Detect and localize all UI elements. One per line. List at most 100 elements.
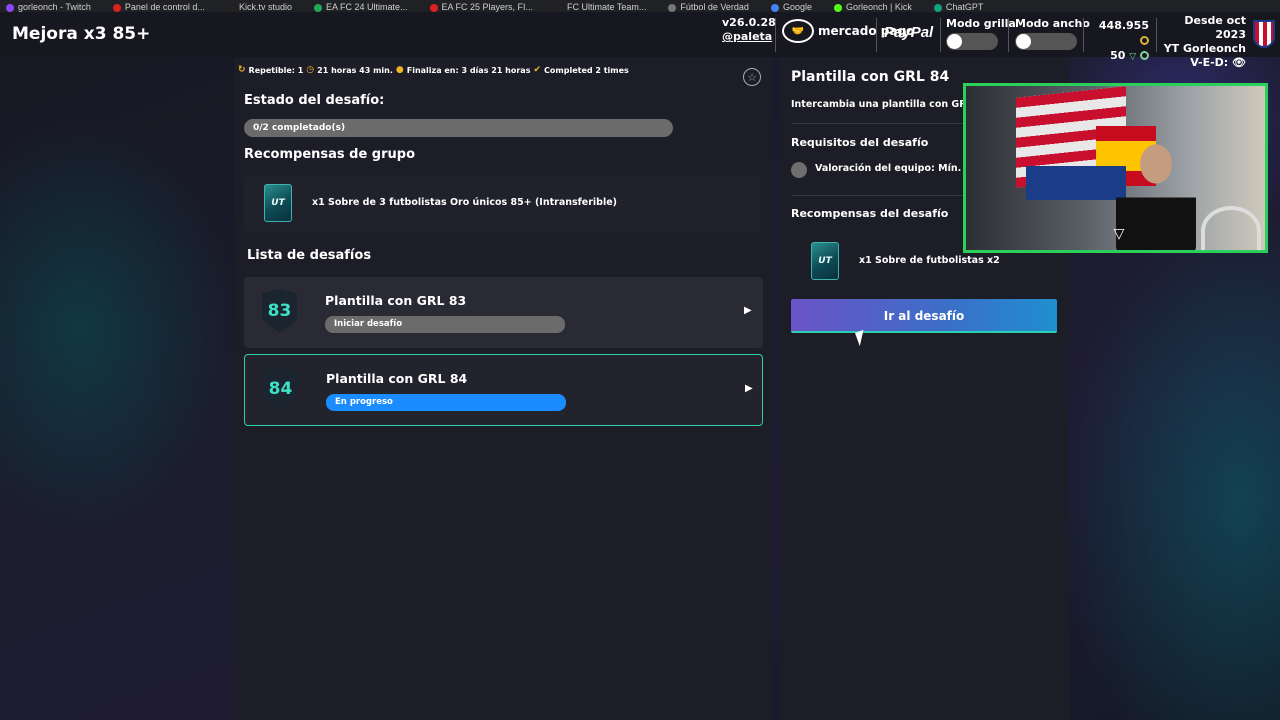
bookmark-item[interactable]: Fútbol de Verdad [668, 3, 749, 12]
bookmark-favicon-icon [668, 3, 677, 12]
pack-label: UT [271, 198, 285, 208]
bookmark-item[interactable]: Google [770, 2, 812, 12]
rating-shield-icon: 84 [263, 367, 298, 411]
rating-shield-icon: 83 [262, 289, 297, 333]
bookmark-label: gorleonch - Twitch [18, 2, 91, 12]
toggle-knob [947, 34, 962, 49]
bookmark-item[interactable]: FC Ultimate Team... [555, 3, 646, 12]
divider [1008, 18, 1009, 52]
bookmark-item[interactable]: EA FC 25 Players, FI... [429, 2, 534, 12]
bookmark-item[interactable]: Panel de control d... [112, 2, 205, 12]
group-reward-item: UT x1 Sobre de 3 futbolistas Oro únicos … [244, 176, 760, 232]
bookmark-item[interactable]: ChatGPT [933, 2, 984, 12]
detail-description: Intercambia una plantilla con GRL 84 [791, 99, 971, 110]
since-label: Desde oct 2023 [1184, 14, 1246, 41]
grid-mode-toggle[interactable] [946, 33, 998, 50]
clock-icon: ◷ [306, 65, 315, 75]
fc-points-icon [1140, 51, 1149, 60]
bookmark-label: Google [782, 2, 812, 12]
challenge-card-84[interactable]: 84 Plantilla con GRL 84 En progreso ▶ [244, 354, 763, 426]
challenge-name: Plantilla con GRL 83 [325, 293, 467, 308]
bookmark-label: EA FC 24 Ultimate... [325, 2, 408, 12]
flag-icon: ● [395, 65, 404, 75]
bookmark-item[interactable]: Kick.tv studio [226, 2, 292, 12]
challenge-rewards-title: Recompensas del desafío [791, 207, 949, 220]
eye-icon: 👁 [1232, 56, 1246, 69]
shield-icon: ▽ [1129, 52, 1137, 62]
handle-link[interactable]: @paleta [722, 30, 772, 44]
challenge-rating: 83 [267, 301, 292, 321]
bookmark-label: EA FC 25 Players, FI... [441, 2, 534, 12]
challenge-status-bar: Iniciar desafío [325, 316, 565, 333]
paypal-button[interactable]: PayPal [884, 24, 933, 41]
points-value: 50 [1110, 49, 1126, 62]
bookmark-favicon-icon [313, 3, 322, 12]
detail-title: Plantilla con GRL 84 [791, 69, 950, 85]
challenge-status-bar: En progreso [326, 394, 566, 411]
requirements-title: Requisitos del desafío [791, 136, 929, 149]
time-left-label: 21 horas 43 min. [317, 65, 393, 75]
handshake-icon: 🤝 [782, 19, 814, 43]
bookmark-favicon-icon [770, 3, 779, 12]
wide-mode-label: Modo ancho [1015, 17, 1090, 30]
coins-value: 448.955 [1098, 19, 1149, 32]
bookmark-favicon-icon [555, 3, 564, 12]
divider [940, 18, 941, 52]
challenge-list-title: Lista de desafíos [247, 248, 372, 263]
bookmark-label: Kick.tv studio [238, 2, 292, 12]
atletico-madrid-badge-icon [1253, 20, 1275, 48]
divider [1083, 18, 1084, 52]
grid-mode-control: Modo grilla [946, 17, 1016, 50]
challenge-status: Iniciar desafío [334, 319, 403, 329]
requirement-status-icon [791, 162, 807, 178]
completed-label: Completed 2 times [544, 65, 629, 75]
page-title: Mejora x3 85+ [12, 24, 151, 44]
bookmark-label: ChatGPT [945, 2, 984, 12]
challenge-name: Plantilla con GRL 84 [326, 371, 468, 386]
divider [1156, 18, 1157, 52]
app-header: Mejora x3 85+ v26.0.28 @paleta 🤝 mercado… [0, 12, 1280, 69]
grid-mode-label: Modo grilla [946, 17, 1016, 30]
bookmark-favicon-icon [933, 3, 942, 12]
bookmark-favicon-icon [429, 3, 438, 12]
status-progress-label: 0/2 completado(s) [253, 123, 346, 133]
divider [876, 18, 877, 52]
version-label: v26.0.28 [722, 16, 776, 29]
bookmark-item[interactable]: gorleonch - Twitch [6, 3, 91, 12]
check-icon: ✔ [533, 65, 542, 75]
challenge-reward-text: x1 Sobre de futbolistas x2 [859, 255, 1000, 266]
coin-icon [1140, 36, 1149, 45]
bookmark-label: Fútbol de Verdad [680, 2, 749, 12]
star-icon[interactable]: ☆ [743, 68, 761, 86]
currency-display: 448.955 50 ▽ [1089, 18, 1149, 65]
challenge-card-83[interactable]: 83 Plantilla con GRL 83 Iniciar desafío … [244, 277, 763, 348]
wide-mode-control: Modo ancho [1015, 17, 1090, 50]
group-rewards-title: Recompensas de grupo [244, 147, 416, 162]
pack-label: UT [818, 256, 832, 266]
bookmark-item[interactable]: EA FC 24 Ultimate... [313, 2, 408, 12]
bookmark-favicon-icon [112, 3, 121, 12]
bookmark-favicon-icon [833, 3, 842, 12]
group-reward-text: x1 Sobre de 3 futbolistas Oro únicos 85+… [312, 197, 618, 208]
version-info: v26.0.28 @paleta [722, 16, 776, 44]
wide-mode-toggle[interactable] [1015, 33, 1077, 50]
challenge-rating: 84 [268, 379, 293, 399]
channel-info: Desde oct 2023 YT Gorleonch V-E-D: 👁 [1162, 14, 1246, 70]
repeatable-label: Repetible: 1 [248, 65, 304, 75]
record-label: V-E-D: [1190, 56, 1229, 69]
bookmark-label: FC Ultimate Team... [567, 2, 647, 12]
go-to-challenge-button[interactable]: Ir al desafío [791, 299, 1057, 333]
flag-graphic [1026, 166, 1126, 200]
microphone-arm-graphic [1201, 206, 1261, 250]
pack-icon: UT [811, 242, 839, 280]
ends-in-label: Finaliza en: 3 días 21 horas [406, 65, 531, 75]
bookmark-item[interactable]: Gorleonch | Kick [833, 3, 912, 12]
bookmark-favicon-icon [226, 3, 235, 12]
play-arrow-icon[interactable]: ▶ [744, 305, 752, 316]
play-arrow-icon[interactable]: ▶ [745, 383, 753, 394]
repeat-icon: ↻ [238, 65, 246, 75]
requirement-text: Valoración del equipo: Mín. 84 [815, 163, 978, 174]
bookmark-favicon-icon [6, 3, 14, 12]
bookmark-label: Panel de control d... [124, 2, 205, 12]
status-progress-bar: 0/2 completado(s) [244, 119, 673, 137]
